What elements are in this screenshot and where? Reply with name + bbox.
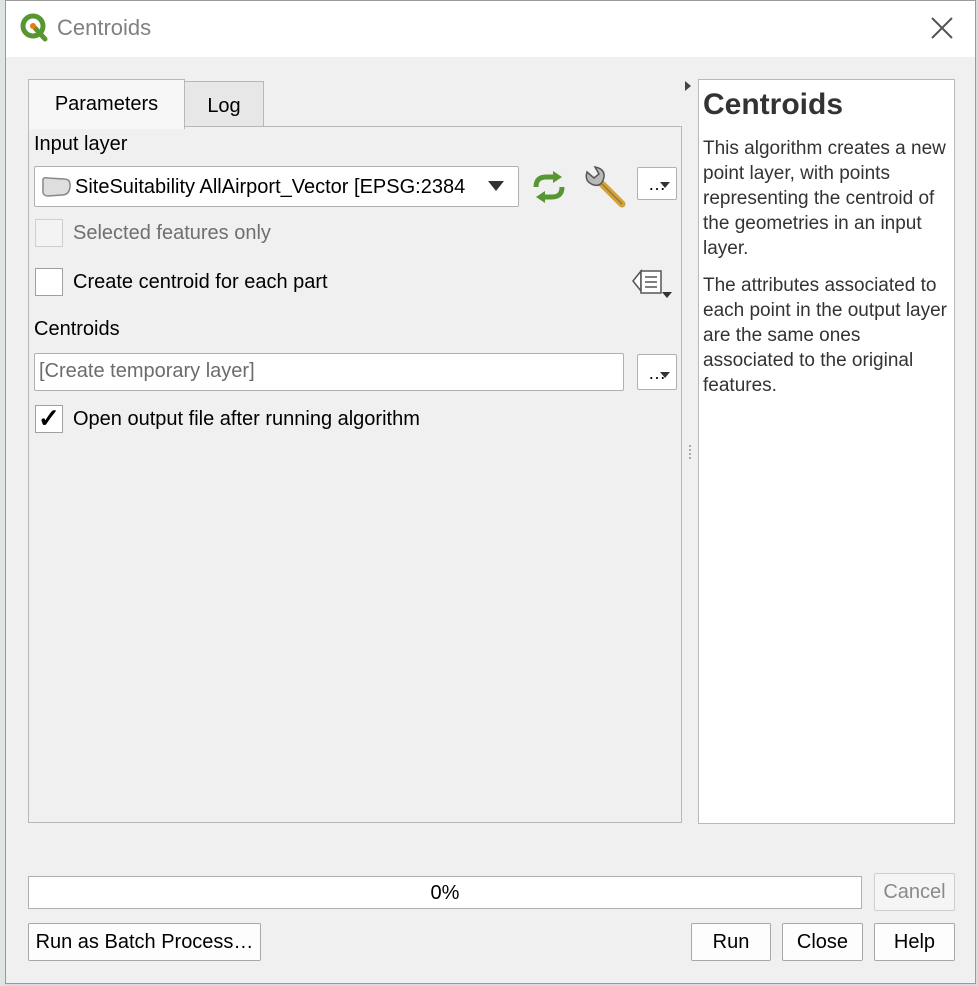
- checkmark-icon: ✓: [38, 403, 60, 433]
- help-button[interactable]: Help: [874, 923, 955, 961]
- run-as-batch-process-button[interactable]: Run as Batch Process…: [28, 923, 261, 961]
- wrench-icon[interactable]: [582, 164, 628, 210]
- input-layer-label: Input layer: [34, 133, 128, 155]
- selected-features-only-label: Selected features only: [73, 222, 271, 244]
- open-output-file-checkbox[interactable]: ✓: [35, 403, 63, 433]
- help-title: Centroids: [703, 88, 844, 121]
- close-button[interactable]: Close: [782, 923, 863, 961]
- centroids-label: Centroids: [34, 318, 120, 340]
- qgis-logo-icon: [20, 13, 48, 42]
- title-bar: Centroids: [6, 1, 975, 57]
- progress-bar: 0%: [28, 876, 862, 909]
- iterate-icon[interactable]: [529, 168, 569, 206]
- open-output-file-label[interactable]: Open output file after running algorithm: [73, 408, 420, 431]
- field-options-icon[interactable]: [631, 267, 675, 301]
- tab-log-label: Log: [207, 95, 241, 117]
- centroids-browse-button[interactable]: …: [637, 354, 677, 390]
- input-layer-value: SiteSuitability AllAirport_Vector [EPSG:…: [75, 176, 466, 198]
- splitter-handle[interactable]: [689, 445, 691, 461]
- close-icon[interactable]: [929, 15, 955, 41]
- polygon-layer-icon: [42, 177, 71, 197]
- create-centroid-each-part-label[interactable]: Create centroid for each part: [73, 271, 328, 294]
- progress-text: 0%: [430, 882, 460, 904]
- centroids-dialog: Centroids Parameters Log Input layer Sit…: [5, 0, 976, 984]
- centroids-output-field[interactable]: [34, 353, 624, 391]
- chevron-down-icon[interactable]: [488, 181, 504, 191]
- tab-log[interactable]: Log: [184, 81, 264, 127]
- chevron-down-icon: [660, 372, 670, 378]
- selected-features-only-checkbox: [35, 219, 63, 247]
- window-title: Centroids: [57, 15, 152, 40]
- centroids-output-input[interactable]: [35, 354, 613, 388]
- help-paragraph-2: The attributes associated to each point …: [703, 275, 948, 396]
- tab-parameters-label: Parameters: [54, 93, 159, 115]
- help-paragraph-1: This algorithm creates a new point layer…: [703, 138, 946, 259]
- input-layer-options-button[interactable]: …: [637, 167, 677, 200]
- tab-parameters[interactable]: Parameters: [28, 79, 185, 129]
- create-centroid-each-part-checkbox[interactable]: [35, 268, 63, 296]
- chevron-down-icon: [660, 182, 670, 188]
- input-layer-combobox[interactable]: SiteSuitability AllAirport_Vector [EPSG:…: [34, 166, 519, 207]
- collapse-arrow-icon[interactable]: [685, 81, 691, 91]
- run-button[interactable]: Run: [691, 923, 771, 961]
- cancel-button[interactable]: Cancel: [874, 873, 955, 911]
- help-panel: Centroids This algorithm creates a new p…: [698, 79, 955, 824]
